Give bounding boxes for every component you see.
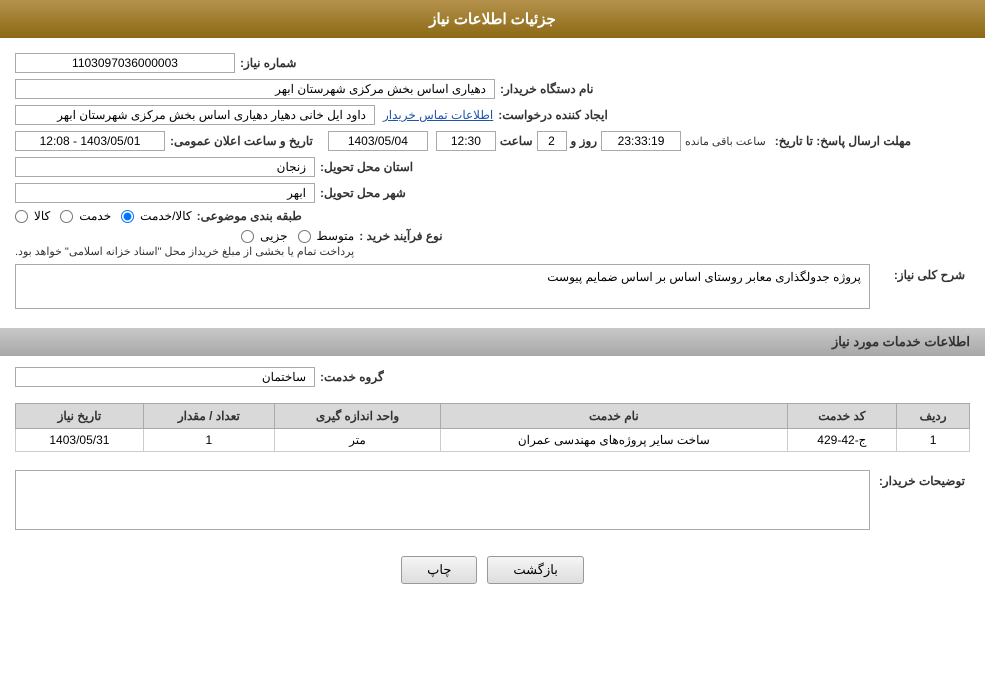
radio-motosat-input[interactable] — [298, 230, 311, 243]
page-title: جزئیات اطلاعات نیاز — [0, 0, 985, 38]
shmare-niaz-label: شماره نیاز: — [240, 56, 296, 70]
saat-value: 12:30 — [436, 131, 496, 151]
radio-khadamat[interactable]: خدمت — [60, 209, 111, 223]
shahr-value: ابهر — [15, 183, 315, 203]
ostan-label: استان محل تحویل: — [320, 160, 413, 174]
radio-jozi-label: جزیی — [260, 229, 287, 243]
radio-kala[interactable]: کالا — [15, 209, 50, 223]
ostan-value: زنجان — [15, 157, 315, 177]
buttons-row: بازگشت چاپ — [0, 541, 985, 599]
ijad-konande-label: ایجاد کننده درخواست: — [498, 108, 608, 122]
table-row: 1ج-42-429ساخت سایر پروژه‌های مهندسی عمرا… — [16, 429, 970, 452]
radio-jozi-input[interactable] — [241, 230, 254, 243]
remaining-label: ساعت باقی مانده — [685, 135, 766, 148]
tozihat-label: توضیحات خریدار: — [875, 470, 965, 488]
back-button[interactable]: بازگشت — [487, 556, 583, 584]
col-kod: کد خدمت — [787, 404, 897, 429]
col-tedad: تعداد / مقدار — [143, 404, 274, 429]
print-button[interactable]: چاپ — [401, 556, 477, 584]
date-value: 1403/05/04 — [328, 131, 428, 151]
radio-kala-input[interactable] — [15, 210, 28, 223]
farayand-note: پرداخت تمام یا بخشی از مبلغ خریداز محل "… — [15, 245, 354, 258]
countdown-value: 23:33:19 — [601, 131, 681, 151]
gorooh-khadamat-value: ساختمان — [15, 367, 315, 387]
mohlat-label: مهلت ارسال پاسخ: تا تاریخ: — [775, 134, 911, 148]
saat-label: ساعت — [500, 134, 533, 148]
shahr-label: شهر محل تحویل: — [320, 186, 406, 200]
rooz-label: روز و — [571, 134, 598, 148]
shmare-niaz-value: 1103097036000003 — [15, 53, 235, 73]
services-table: ردیف کد خدمت نام خدمت واحد اندازه گیری ت… — [15, 403, 970, 452]
rooz-value: 2 — [537, 131, 567, 151]
radio-kala-khadamat-label: کالا/خدمت — [140, 209, 191, 223]
tozihat-value — [15, 470, 870, 530]
section-khadamat-header: اطلاعات خدمات مورد نیاز — [0, 328, 985, 356]
contact-link[interactable]: اطلاعات تماس خریدار — [383, 108, 493, 122]
radio-kala-label: کالا — [34, 209, 50, 223]
ijad-konande-value: داود ایل خانی دهیار دهیاری اساس بخش مرکز… — [15, 105, 375, 125]
col-tarikh: تاریخ نیاز — [16, 404, 144, 429]
farayand-radio-group: متوسط جزیی — [241, 229, 354, 243]
tarikh-sabt-label: تاریخ و ساعت اعلان عمومی: — [170, 134, 313, 148]
radio-motosat[interactable]: متوسط — [298, 229, 355, 243]
radio-khadamat-label: خدمت — [79, 209, 111, 223]
radio-kala-khadamat-input[interactable] — [121, 210, 134, 223]
nam-dastgah-value: دهیاری اساس بخش مرکزی شهرستان ابهر — [15, 79, 495, 99]
radio-kala-khadamat[interactable]: کالا/خدمت — [121, 209, 191, 223]
nooe-farayand-label: نوع فرآیند خرید : — [359, 229, 442, 243]
tabaqe-label: طبقه بندی موضوعی: — [197, 209, 302, 223]
tabaqe-radio-group: کالا/خدمت خدمت کالا — [15, 209, 192, 223]
tarikh-sabt-value: 1403/05/01 - 12:08 — [15, 131, 165, 151]
col-vahed: واحد اندازه گیری — [274, 404, 440, 429]
radio-khadamat-input[interactable] — [60, 210, 73, 223]
gorooh-khadamat-label: گروه خدمت: — [320, 370, 384, 384]
radio-motosat-label: متوسط — [317, 229, 355, 243]
col-nam: نام خدمت — [441, 404, 787, 429]
sharh-niaz-value: پروژه جدولگذاری معابر روستای اساس بر اسا… — [15, 264, 870, 309]
col-radif: ردیف — [897, 404, 970, 429]
radio-jozi[interactable]: جزیی — [241, 229, 287, 243]
sharh-niaz-label: شرح کلی نیاز: — [875, 264, 965, 282]
nam-dastgah-label: نام دستگاه خریدار: — [500, 82, 594, 96]
